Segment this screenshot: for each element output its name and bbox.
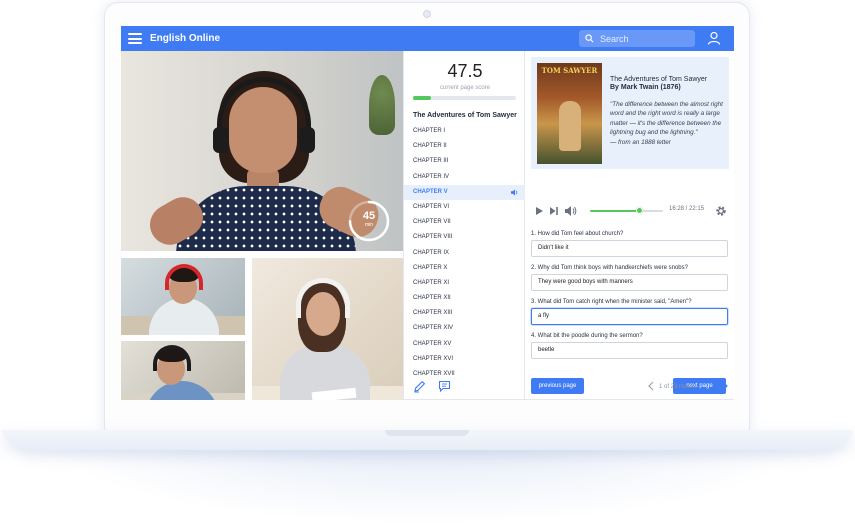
laptop-notch: [385, 430, 469, 436]
chapter-item[interactable]: CHAPTER XI: [404, 276, 525, 291]
chapter-label: CHAPTER XI: [413, 279, 450, 286]
question-block: 2. Why did Tom think boys with handkerch…: [531, 265, 728, 291]
chapter-item[interactable]: CHAPTER III: [404, 154, 525, 169]
search-icon: [585, 34, 594, 43]
skip-next-icon[interactable]: [549, 206, 559, 216]
previous-page-button[interactable]: previous page: [531, 378, 584, 394]
question-block: 3. What did Tom catch right when the min…: [531, 299, 728, 325]
chapter-item[interactable]: CHAPTER IX: [404, 246, 525, 261]
audio-time: 16:28 / 22:15: [669, 206, 705, 212]
book-card: TOM SAWYER The Adventures of Tom Sawyer …: [531, 57, 729, 169]
pencil-icon[interactable]: [413, 380, 426, 393]
chapter-item[interactable]: CHAPTER XIII: [404, 306, 525, 321]
chapter-label: CHAPTER XVII: [413, 371, 455, 377]
chapter-label: CHAPTER XIV: [413, 325, 454, 332]
cover-figure: [559, 101, 581, 151]
quote-source: — from an 1888 letter: [610, 138, 671, 146]
answer-input[interactable]: They were good boys with manners: [531, 274, 728, 291]
chapter-label: CHAPTER XVI: [413, 355, 454, 362]
chapter-label: CHAPTER XIII: [413, 310, 453, 317]
chevron-left-icon[interactable]: [647, 381, 655, 391]
book-cover: TOM SAWYER: [537, 63, 602, 164]
audio-seek-fill: [590, 210, 639, 212]
chapter-label: CHAPTER X: [413, 264, 448, 271]
chapter-label: CHAPTER XV: [413, 340, 452, 347]
now-playing-icon: [511, 189, 518, 196]
chapter-item[interactable]: CHAPTER XVI: [404, 352, 525, 367]
session-timer: 45 min: [347, 210, 391, 228]
page-score: 47.5: [447, 61, 483, 81]
chapter-item[interactable]: CHAPTER II: [404, 139, 525, 154]
search-input[interactable]: Search: [579, 30, 695, 47]
video-tile-student-3[interactable]: [252, 258, 403, 400]
card-title: The Adventures of Tom Sawyer: [610, 76, 708, 83]
audio-seek-bar[interactable]: [590, 207, 663, 214]
answer-input[interactable]: a fly: [531, 308, 728, 325]
user-icon[interactable]: [707, 31, 721, 45]
gear-icon[interactable]: [715, 205, 727, 217]
chevron-right-icon[interactable]: [721, 381, 729, 391]
question-label: 2. Why did Tom think boys with handkerch…: [531, 265, 688, 271]
card-author: By Mark Twain (1876): [610, 84, 681, 91]
book-heading: The Adventures of Tom Sawyer: [413, 112, 517, 119]
background-plant: [369, 75, 395, 135]
chapter-item[interactable]: CHAPTER VI: [404, 200, 525, 215]
quote-text: "The difference between the almost right…: [610, 101, 723, 137]
app-screen: English Online Search 45 min 47.5 curren…: [121, 26, 734, 400]
card-quote: "The difference between the almost right…: [610, 100, 723, 147]
main-video-tile[interactable]: 45 min: [121, 51, 403, 251]
volume-icon[interactable]: [564, 205, 577, 217]
video-tile-student-1[interactable]: [121, 258, 245, 335]
top-bar: English Online Search: [121, 26, 734, 51]
score-progress-bar: [413, 96, 516, 100]
room-pager: 1 of 23 rooms: [659, 384, 696, 390]
play-icon[interactable]: [535, 206, 544, 216]
chapter-item[interactable]: CHAPTER I: [404, 124, 525, 139]
chapter-label: CHAPTER III: [413, 158, 449, 165]
question-block: 1. How did Tom feel about church? Didn't …: [531, 231, 728, 257]
chapter-panel: 47.5 current page score The Adventures o…: [403, 51, 525, 400]
answer-input[interactable]: Didn't like it: [531, 240, 728, 257]
question-label: 4. What bit the poodle during the sermon…: [531, 333, 643, 339]
timer-unit: min: [364, 222, 374, 228]
chapter-list: CHAPTER I CHAPTER II CHAPTER III CHAPTER IV…: [404, 124, 525, 382]
chapter-label: CHAPTER IX: [413, 249, 450, 256]
chapter-item[interactable]: CHAPTER XII: [404, 291, 525, 306]
chapter-item[interactable]: CHAPTER IV: [404, 170, 525, 185]
chapter-label: CHAPTER IV: [413, 173, 450, 180]
audio-player: 16:28 / 22:15: [533, 203, 729, 219]
score-progress-fill: [413, 96, 431, 100]
chapter-item[interactable]: CHAPTER V: [404, 184, 525, 200]
chapter-label: CHAPTER V: [413, 188, 448, 195]
chapter-label: CHAPTER VII: [413, 219, 451, 226]
chapter-label: CHAPTER VI: [413, 203, 450, 210]
question-list: 1. How did Tom feel about church? Didn't …: [531, 231, 728, 367]
app-title: English Online: [150, 33, 221, 44]
chapter-label: CHAPTER XII: [413, 295, 451, 302]
chapter-item[interactable]: CHAPTER X: [404, 261, 525, 276]
question-block: 4. What bit the poodle during the sermon…: [531, 333, 728, 359]
chapter-label: CHAPTER VIII: [413, 234, 453, 241]
menu-icon[interactable]: [128, 33, 142, 44]
chat-icon[interactable]: [438, 380, 451, 393]
chapter-label: CHAPTER II: [413, 143, 447, 150]
video-tile-student-2[interactable]: [121, 341, 245, 400]
answer-input[interactable]: beetle: [531, 342, 728, 359]
question-label: 1. How did Tom feel about church?: [531, 231, 624, 237]
chapter-item[interactable]: CHAPTER VII: [404, 215, 525, 230]
chapter-item[interactable]: CHAPTER VIII: [404, 230, 525, 245]
cover-title: TOM SAWYER: [541, 66, 598, 75]
chapter-item[interactable]: CHAPTER XIV: [404, 321, 525, 336]
search-placeholder: Search: [600, 33, 629, 44]
audio-seek-handle[interactable]: [635, 207, 643, 214]
chapter-label: CHAPTER I: [413, 128, 446, 134]
webcam-dot: [423, 10, 431, 18]
chapter-item[interactable]: CHAPTER XV: [404, 337, 525, 352]
reading-panel: TOM SAWYER The Adventures of Tom Sawyer …: [525, 51, 734, 400]
page-score-label: current page score: [439, 85, 491, 91]
question-label: 3. What did Tom catch right when the min…: [531, 299, 692, 305]
timer-value: 45: [362, 210, 376, 222]
